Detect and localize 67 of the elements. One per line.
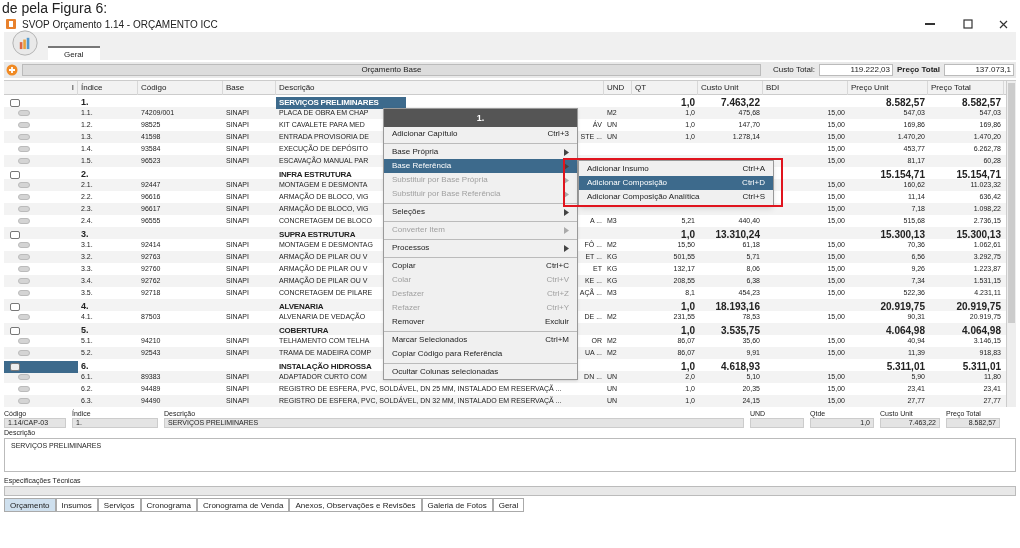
table-cell-text: 5. [80,323,90,337]
table-cell-text: SUPRA ESTRUTURA [278,228,357,241]
table-cell-text: 8.582,57 [961,96,1002,110]
menu-item-label: Colar [392,274,413,286]
menu-item-label: Remover [392,316,426,328]
menu-item-label: Marcar Selecionados [392,334,469,346]
table-cell-text: COBERTURA [278,324,330,337]
shortcut-text: Ctrl+M [545,334,569,346]
menu-item-label: Adicionar Composição [587,177,669,189]
window-title: SVOP Orçamento 1.14 - ORÇAMENTO ICC [22,17,218,32]
shortcut-text: Ctrl+A [742,163,765,175]
table-cell-text: 4.618,93 [720,360,761,374]
menu-item-label: Substituir por Base Própria [392,174,489,186]
cost-label: Custo Total: [772,64,815,76]
menu-item-label: Substituir por Base Referência [392,188,502,200]
table-cell-text: 2. [80,167,90,181]
shortcut-text: Ctrl+C [546,260,569,272]
table-cell-text: 1,0 [680,228,696,242]
menu-item-label: Adicionar Insumo [587,163,650,175]
table-cell-text: 1,0 [680,360,696,374]
table-cell-text: 4.064,98 [885,324,926,338]
table-cell-text: 1,0 [680,96,696,110]
menu-header: 1. [384,109,577,127]
menu-item-label: Copiar Código para Referência [392,348,504,360]
shortcut-text: Ctrl+3 [547,128,569,140]
table-cell-text: 1. [80,95,90,109]
caption-text: de pela Figura 6: [2,0,108,16]
menu-item-label: Base Referência [392,160,453,172]
table-cell-text: 6. [80,359,90,373]
table-cell-text: 3. [80,227,90,241]
shortcut-text: Ctrl+Y [546,302,569,314]
menu-item-label: Desfazer [392,288,425,300]
table-cell-text: 20.919,75 [955,300,1002,314]
menu-item-label: Base Própria [392,146,440,158]
menu-item-label: Seleções [392,206,426,218]
table-cell-text: 7.463,22 [720,96,761,110]
menu-item-label: Adicionar Composição Analítica [587,191,701,203]
table-cell-text: 5.311,01 [961,360,1002,374]
menu-item-label: Refazer [392,302,421,314]
price-label: Preço Total [897,64,940,76]
table-cell-text: 15.300,13 [955,228,1002,242]
table-cell-text: 15.300,13 [879,228,926,242]
menu-item-label: Converter Item [392,224,446,236]
shortcut-text: Ctrl+S [742,191,765,203]
table-cell-text: 3.535,75 [720,324,761,338]
shortcut-text: Ctrl+D [742,177,765,189]
table-cell-text: 5.311,01 [885,360,926,374]
table-cell-text: 15.154,71 [879,168,926,182]
budget-title-bar: Orçamento Base [22,64,761,76]
menu-item-label: Copiar [392,260,417,272]
table-cell-text: ALVENARIA [278,300,325,313]
table-cell-text: 13.310,24 [714,228,761,242]
table-cell-text: 4.064,98 [961,324,1002,338]
table-cell-text: 1,0 [680,300,696,314]
table-cell-text: 20.919,75 [879,300,926,314]
shortcut-text: Ctrl+Z [547,288,569,300]
table-cell-text: INFRA ESTRUTURA [278,168,353,181]
table-cell-text: INSTALAÇÃO HIDROSSA [278,360,373,373]
table-cell-text: 4. [80,299,90,313]
menu-item-label: Processos [392,242,431,254]
table-cell-text: 18.193,16 [714,300,761,314]
shortcut-text: Excluir [545,316,569,328]
table-cell-text: 1,0 [680,324,696,338]
shortcut-text: Ctrl+V [546,274,569,286]
table-cell-text: 8.582,57 [885,96,926,110]
menu-item-label: Adicionar Capítulo [392,128,459,140]
table-cell-text: 15.154,71 [955,168,1002,182]
